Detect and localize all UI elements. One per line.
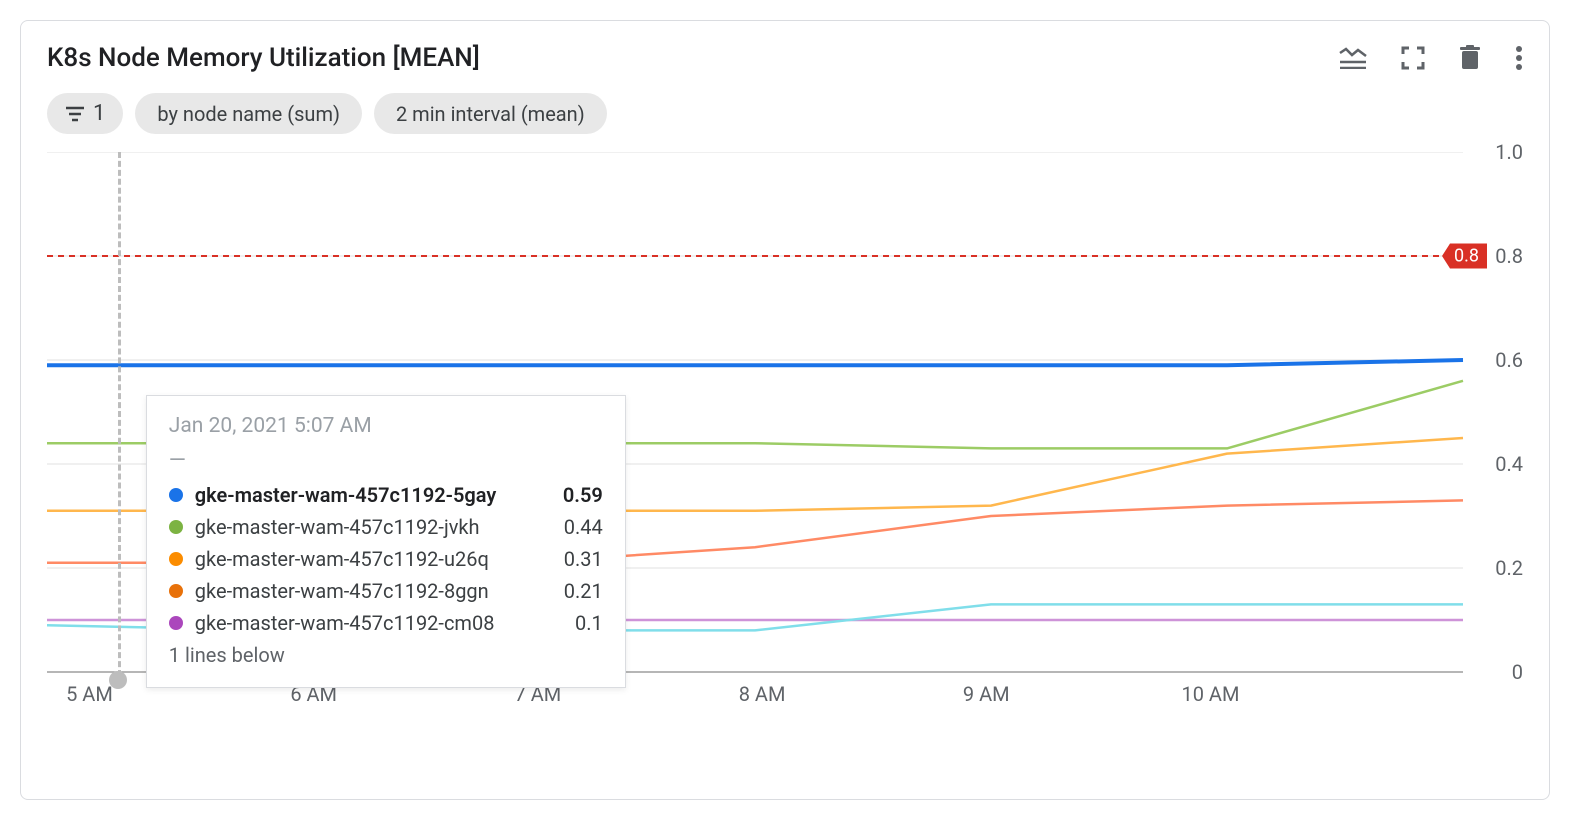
series-name: gke-master-wam-457c1192-cm08 xyxy=(195,611,531,635)
tooltip-row: gke-master-wam-457c1192-cm08 0.1 xyxy=(169,611,603,635)
series-dot-icon xyxy=(169,552,183,566)
tooltip-timestamp: Jan 20, 2021 5:07 AM xyxy=(169,414,603,438)
series-value: 0.59 xyxy=(543,483,603,507)
series-dot-icon xyxy=(169,584,183,598)
x-tick: 5 AM xyxy=(66,682,113,706)
threshold-label: 0.8 xyxy=(1442,244,1487,269)
series-name: gke-master-wam-457c1192-u26q xyxy=(195,547,531,571)
y-tick: 0.4 xyxy=(1495,452,1523,476)
y-tick: 0 xyxy=(1512,660,1523,684)
more-vert-icon[interactable] xyxy=(1515,45,1523,71)
tooltip-row: gke-master-wam-457c1192-u26q 0.31 xyxy=(169,547,603,571)
series-name: gke-master-wam-457c1192-jvkh xyxy=(195,515,531,539)
fullscreen-icon[interactable] xyxy=(1401,46,1425,70)
hover-dot xyxy=(109,671,127,689)
chart-card: K8s Node Memory Utilization [MEAN] xyxy=(20,20,1550,800)
series-name: gke-master-wam-457c1192-5gay xyxy=(195,483,531,507)
hover-line xyxy=(118,152,121,676)
header-actions xyxy=(1339,45,1523,71)
series-name: gke-master-wam-457c1192-8ggn xyxy=(195,579,531,603)
filter-chip[interactable]: 1 xyxy=(47,93,123,134)
tooltip-row: gke-master-wam-457c1192-5gay 0.59 xyxy=(169,483,603,507)
series-value: 0.31 xyxy=(543,547,603,571)
y-tick: 1.0 xyxy=(1495,140,1523,164)
series-dot-icon xyxy=(169,520,183,534)
groupby-chip[interactable]: by node name (sum) xyxy=(135,93,362,134)
series-value: 0.21 xyxy=(543,579,603,603)
chip-row: 1 by node name (sum) 2 min interval (mea… xyxy=(47,93,1523,134)
chart-title: K8s Node Memory Utilization [MEAN] xyxy=(47,43,480,73)
tooltip-footer: 1 lines below xyxy=(169,643,603,667)
tooltip-row: gke-master-wam-457c1192-jvkh 0.44 xyxy=(169,515,603,539)
series-dot-icon xyxy=(169,488,183,502)
delete-icon[interactable] xyxy=(1459,45,1481,71)
y-tick: 0.6 xyxy=(1495,348,1523,372)
x-tick: 10 AM xyxy=(1181,682,1239,706)
tooltip-row: gke-master-wam-457c1192-8ggn 0.21 xyxy=(169,579,603,603)
tooltip: Jan 20, 2021 5:07 AM — gke-master-wam-45… xyxy=(146,395,626,688)
header: K8s Node Memory Utilization [MEAN] xyxy=(47,43,1523,73)
y-tick: 0.8 xyxy=(1495,244,1523,268)
series-value: 0.44 xyxy=(543,515,603,539)
filter-count: 1 xyxy=(93,101,105,126)
legend-toggle-icon[interactable] xyxy=(1339,47,1367,69)
interval-chip[interactable]: 2 min interval (mean) xyxy=(374,93,607,134)
x-tick: 9 AM xyxy=(963,682,1010,706)
chart-area[interactable]: 1.00.80.60.40.20 5 AM6 AM7 AM8 AM9 AM10 … xyxy=(47,152,1523,712)
y-axis: 1.00.80.60.40.20 xyxy=(1463,152,1523,672)
series-dot-icon xyxy=(169,616,183,630)
y-tick: 0.2 xyxy=(1495,556,1523,580)
x-tick: 8 AM xyxy=(739,682,786,706)
series-value: 0.1 xyxy=(543,611,603,635)
tooltip-dash: — xyxy=(169,448,603,473)
